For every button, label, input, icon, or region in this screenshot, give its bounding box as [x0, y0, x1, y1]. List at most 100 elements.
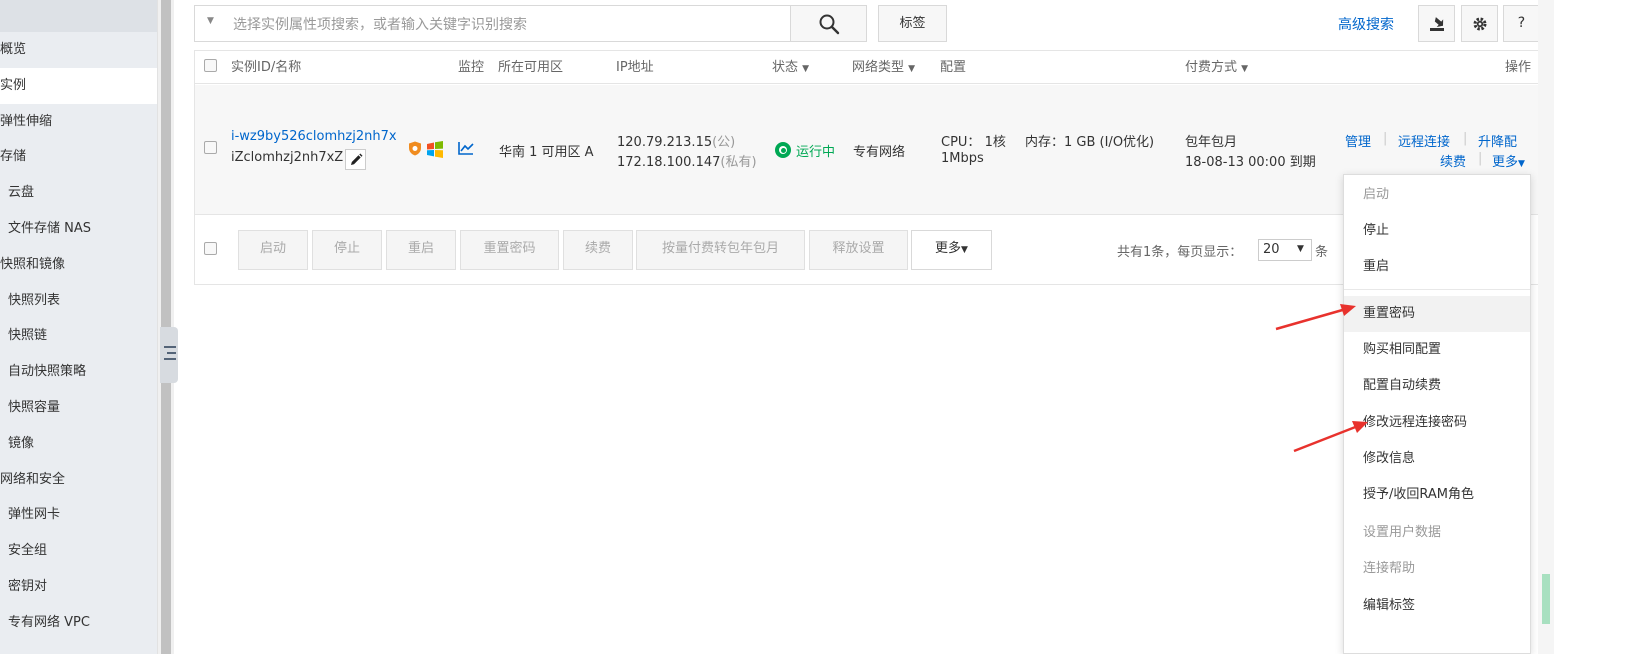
dropdown-item[interactable]: 重置密码 — [1344, 296, 1530, 332]
renew-link[interactable]: 续费 — [1440, 151, 1466, 170]
sidebar-item[interactable]: 自动快照策略 — [0, 354, 165, 390]
sidebar-item-label: 自动快照策略 — [8, 364, 87, 380]
action-separator: | — [1478, 151, 1483, 166]
private-ip: 172.18.100.147(私有) — [617, 151, 757, 170]
dropdown-item[interactable]: 编辑标签 — [1344, 588, 1530, 624]
advanced-search-link[interactable]: 高级搜索 — [1338, 14, 1394, 34]
header-network[interactable]: 网络类型 ▼ — [852, 51, 915, 84]
dropdown-item[interactable]: 启动 — [1344, 177, 1530, 213]
sidebar-item[interactable]: 密钥对 — [0, 569, 165, 605]
header-status[interactable]: 状态 ▼ — [772, 51, 809, 84]
header-config: 配置 — [940, 60, 967, 75]
header-network-caret-icon: ▼ — [908, 64, 916, 74]
sidebar-item-label: 密钥对 — [8, 579, 48, 594]
dropdown-item[interactable]: 重启 — [1344, 249, 1530, 285]
search-input[interactable] — [231, 6, 775, 43]
instance-id-link[interactable]: i-wz9by526clomhzj2nh7x — [231, 129, 397, 144]
sidebar-item-label: 弹性网卡 — [8, 507, 61, 523]
running-status-icon — [775, 142, 791, 158]
batch-start-button[interactable]: 启动 — [238, 230, 308, 270]
public-ip-tag: (公) — [712, 135, 736, 150]
header-status-caret-icon: ▼ — [802, 64, 810, 74]
search-dropdown-caret-icon[interactable]: ▼ — [207, 16, 214, 26]
zone-value: 华南 1 可用区 A — [499, 145, 594, 160]
memory-value: 内存：1 GB (I/O优化) — [1025, 135, 1155, 150]
sidebar-item[interactable]: 快照和镜像 — [0, 247, 157, 283]
sidebar-item[interactable]: 弹性网卡 — [0, 497, 165, 533]
monitor-chart-icon[interactable] — [458, 141, 474, 155]
sidebar-item-label: 存储 — [0, 149, 27, 165]
batch-select-checkbox[interactable] — [204, 242, 217, 255]
sidebar-item[interactable]: 存储 — [0, 139, 157, 175]
windows-os-icon — [427, 141, 443, 158]
dropdown-item[interactable]: 授予/收回RAM角色 — [1344, 477, 1530, 513]
sidebar-item[interactable]: 专有网络 VPC — [0, 605, 165, 641]
expiry-date: 18-08-13 00:00 到期 — [1185, 155, 1316, 170]
sidebar-item[interactable]: 概览 — [0, 32, 157, 68]
sidebar-item[interactable]: 快照容量 — [0, 390, 165, 426]
upgrade-link[interactable]: 升降配 — [1478, 131, 1517, 150]
sidebar-item[interactable]: 快照链 — [0, 318, 165, 354]
row-checkbox[interactable] — [204, 141, 217, 154]
sidebar-item-label: 快照列表 — [8, 292, 61, 308]
batch-stop-button[interactable]: 停止 — [312, 230, 382, 270]
batch-release-button[interactable]: 释放设置 — [809, 230, 908, 270]
dropdown-item[interactable]: 购买相同配置 — [1344, 332, 1530, 368]
sidebar-item[interactable]: 安全组 — [0, 533, 165, 569]
pencil-icon — [351, 153, 363, 165]
private-ip-tag: (私有) — [720, 155, 757, 170]
page-size-caret-icon: ▼ — [1297, 244, 1304, 254]
page-scrollbar[interactable] — [1538, 0, 1554, 654]
page-scrollbar-thumb[interactable] — [1542, 574, 1550, 624]
dropdown-item[interactable]: 停止 — [1344, 213, 1530, 249]
remote-connect-link[interactable]: 远程连接 — [1398, 131, 1450, 150]
more-actions-link[interactable]: 更多▼ — [1492, 151, 1525, 170]
settings-button[interactable] — [1461, 5, 1498, 42]
header-billing[interactable]: 付费方式 ▼ — [1185, 51, 1248, 84]
batch-renew-button[interactable]: 续费 — [563, 230, 633, 270]
dropdown-item[interactable]: 设置用户数据 — [1344, 515, 1530, 551]
header-billing-label: 付费方式 — [1185, 60, 1238, 75]
header-zone: 所在可用区 — [498, 60, 564, 75]
sidebar-item[interactable]: 云盘 — [0, 175, 165, 211]
search-icon — [819, 14, 840, 35]
network-value: 专有网络 — [853, 145, 906, 160]
annotation-arrow-icon — [1275, 304, 1356, 331]
header-network-label: 网络类型 — [852, 60, 905, 75]
collapse-icon-bar — [164, 346, 176, 348]
sidebar-collapse-toggle[interactable] — [160, 327, 178, 383]
sidebar: 概览 实例 弹性伸缩 存储 云盘 文件存储 NAS 快照和镜像 快照列表 快照链 自动快照策略 快照… — [0, 0, 157, 654]
batch-convert-billing-button[interactable]: 按量付费转包年包月 — [636, 230, 805, 270]
sidebar-item[interactable]: 快照列表 — [0, 283, 165, 319]
tag-filter-button[interactable]: 标签 — [878, 5, 947, 42]
sidebar-item[interactable]: 文件存储 NAS — [0, 211, 165, 247]
sidebar-item[interactable]: 镜像 — [0, 426, 165, 462]
collapse-icon-bar — [167, 352, 176, 354]
batch-reset-password-button[interactable]: 重置密码 — [460, 230, 559, 270]
sidebar-item-label: 概览 — [0, 42, 27, 57]
sidebar-item-label: 实例 — [0, 77, 27, 93]
manage-link[interactable]: 管理 — [1345, 131, 1371, 150]
search-button[interactable] — [790, 5, 867, 42]
sidebar-item[interactable]: 实例 — [0, 67, 157, 104]
bandwidth-value: 1Mbps — [941, 151, 984, 166]
help-button[interactable]: ? — [1503, 5, 1540, 42]
edit-name-button[interactable] — [345, 149, 366, 170]
dropdown-item[interactable]: 连接帮助 — [1344, 551, 1530, 587]
table-row: i-wz9by526clomhzj2nh7x iZclomhzj2nh7xZ 华… — [195, 85, 1542, 215]
header-ip: IP地址 — [616, 60, 654, 75]
sidebar-item[interactable]: 网络和安全 — [0, 462, 157, 498]
page-size-select[interactable]: 20 ▼ — [1258, 239, 1312, 261]
batch-restart-button[interactable]: 重启 — [386, 230, 456, 270]
dropdown-item[interactable]: 配置自动续费 — [1344, 368, 1530, 404]
status-value: 运行中 — [796, 145, 836, 160]
export-button[interactable] — [1418, 5, 1455, 42]
annotation-arrow-icon — [1293, 421, 1368, 453]
sidebar-item[interactable]: 弹性伸缩 — [0, 104, 157, 140]
batch-more-button[interactable]: 更多▼ — [911, 230, 992, 270]
sidebar-item-label: 云盘 — [8, 185, 35, 201]
header-monitor: 监控 — [458, 60, 485, 75]
public-ip: 120.79.213.15(公) — [617, 131, 735, 150]
select-all-checkbox[interactable] — [204, 59, 217, 72]
search-box[interactable]: ▼ — [194, 5, 791, 43]
